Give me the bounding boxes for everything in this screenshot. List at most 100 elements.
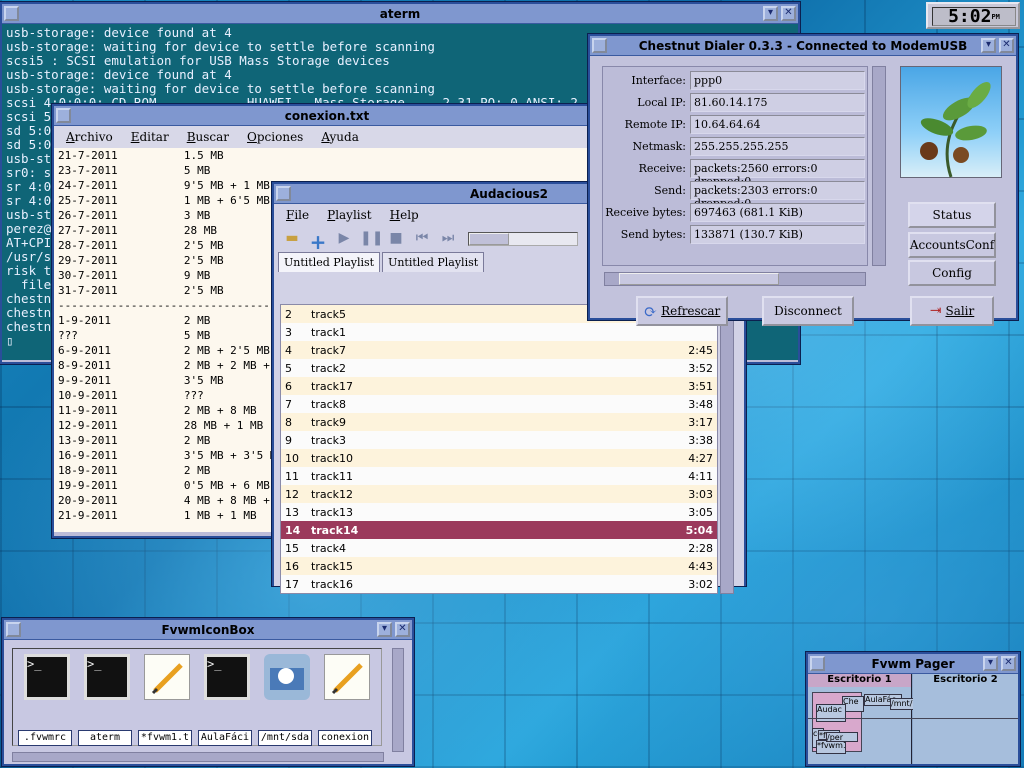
refresh-icon: ⟳ [643,301,658,321]
accounts-conf-button[interactable]: AccountsConf [908,232,996,258]
track-duration: 3:05 [688,505,713,519]
dialer-window[interactable]: Chestnut Dialer 0.3.3 - Connected to Mod… [588,34,1018,326]
play-icon[interactable]: ▶ [334,230,354,248]
minimize-button[interactable]: ▾ [377,622,392,637]
track-duration: 3:52 [688,361,713,375]
window-menu-button[interactable] [810,656,825,671]
text-line: 23-7-2011 5 MB [58,164,211,177]
previous-icon[interactable]: ⏮ [412,230,432,248]
pager-mini-window[interactable]: *fvwm1 [816,740,846,754]
playlist-row[interactable]: 8 track9 3:17 [281,413,717,431]
minimize-button[interactable]: ▾ [981,38,996,53]
iconbox-hscrollbar[interactable] [12,752,384,762]
pager-mini-window[interactable]: Audac [816,704,846,722]
iconbox-window[interactable]: FvwmIconBox ▾ ✕ >_ .fvwmrc >_aterm *fvwm1.… [2,618,414,766]
icon-label[interactable]: aterm [78,730,132,746]
playlist-row[interactable]: 16 track15 4:43 [281,557,717,575]
playlist-scrollbar[interactable] [720,304,734,594]
info-value: 697463 (681.1 KiB) [690,202,865,222]
close-button[interactable]: ✕ [395,622,410,637]
desk-2[interactable]: Escritorio 2 [913,674,1018,764]
playlist-row[interactable]: 7 track8 3:48 [281,395,717,413]
drive-icon[interactable] [264,654,310,700]
iconbox-titlebar[interactable]: FvwmIconBox ▾ ✕ [4,620,412,640]
window-menu-button[interactable] [6,622,21,637]
playlist-row[interactable]: 14 track14 5:04 [281,521,717,539]
iconbox-vscrollbar[interactable] [392,648,404,752]
text-editor-icon[interactable] [144,654,190,700]
playlist[interactable]: 2 track5 3 track1 4 track7 2:45 5 track2 3:52 6 tra… [280,304,718,594]
close-button[interactable]: ✕ [1001,656,1016,671]
playlist-row[interactable]: 5 track2 3:52 [281,359,717,377]
pause-icon[interactable]: ❚❚ [360,230,383,248]
terminal-icon[interactable]: >_ [24,654,70,700]
tab-playlist[interactable]: Untitled Playlist [382,252,485,272]
window-menu-button[interactable] [56,108,71,123]
close-button[interactable]: ✕ [781,6,796,21]
info-vscrollbar[interactable] [872,66,886,266]
desk-1[interactable]: Escritorio 1 CheAudaccdAulaFác/mnt/*fvwm… [808,674,922,764]
icon-label[interactable]: AulaFáci [198,730,252,746]
menu-item-playlist[interactable]: Playlist [327,208,372,222]
conexion-menubar: Archivo Editar Buscar Opciones Ayuda [54,126,600,148]
window-menu-button[interactable] [276,186,291,201]
config-button[interactable]: Config [908,260,996,286]
track-title: track11 [311,469,353,483]
pager-window[interactable]: Fvwm Pager ▾ ✕ Escritorio 1 CheAudaccdAu… [806,652,1020,766]
desk-2-label: Escritorio 2 [933,674,998,685]
pager-titlebar[interactable]: Fvwm Pager ▾ ✕ [808,654,1018,674]
icon-label[interactable]: conexion [318,730,372,746]
menu-item-file[interactable]: File [286,208,309,222]
playlist-row[interactable]: 15 track4 2:28 [281,539,717,557]
info-label: Interface: [631,73,686,87]
close-button[interactable]: ✕ [999,38,1014,53]
status-button[interactable]: Status [908,202,996,228]
playlist-row[interactable]: 4 track7 2:45 [281,341,717,359]
menu-item-editar[interactable]: Editar [131,130,169,144]
open-folder-icon[interactable]: ▬ [282,230,302,248]
window-menu-button[interactable] [592,38,607,53]
menu-item-buscar[interactable]: Buscar [187,130,229,144]
terminal-icon[interactable]: >_ [204,654,250,700]
info-value: 10.64.64.64 [690,114,865,134]
menu-item-ayuda[interactable]: Ayuda [321,130,359,144]
track-title: track8 [311,397,346,411]
clock: 5:02PM [926,2,1020,29]
info-hscrollbar[interactable] [604,272,866,286]
icon-label[interactable]: *fvwm1.t [138,730,192,746]
menu-item-opciones[interactable]: Opciones [247,130,303,144]
track-number: 12 [285,487,299,501]
next-icon[interactable]: ⏭ [438,230,458,248]
seek-slider[interactable] [468,232,578,246]
playlist-row[interactable]: 11 track11 4:11 [281,467,717,485]
add-icon[interactable]: + [308,230,328,254]
icon-label[interactable]: .fvwmrc [18,730,72,746]
minimize-button[interactable]: ▾ [983,656,998,671]
track-duration: 5:04 [685,523,713,537]
playlist-row[interactable]: 9 track3 3:38 [281,431,717,449]
playlist-row[interactable]: 10 track10 4:27 [281,449,717,467]
icon-label[interactable]: /mnt/sda [258,730,312,746]
playlist-row[interactable]: 12 track12 3:03 [281,485,717,503]
pager-title: Fvwm Pager [871,656,955,671]
playlist-row[interactable]: 17 track16 3:02 [281,575,717,593]
refresh-button[interactable]: ⟳ Refrescar [636,296,728,326]
dialer-titlebar[interactable]: Chestnut Dialer 0.3.3 - Connected to Mod… [590,36,1016,56]
conexion-titlebar[interactable]: conexion.txt [54,106,600,126]
pager-mini-window[interactable]: /per [826,732,858,742]
aterm-titlebar[interactable]: aterm ▾ ✕ [2,4,798,24]
menu-item-help[interactable]: Help [390,208,419,222]
exit-button[interactable]: ⇥ Salir [910,296,994,326]
playlist-row[interactable]: 6 track17 3:51 [281,377,717,395]
exit-icon: ⇥ [929,303,942,319]
terminal-icon[interactable]: >_ [84,654,130,700]
window-menu-button[interactable] [4,6,19,21]
minimize-button[interactable]: ▾ [763,6,778,21]
text-editor-icon[interactable] [324,654,370,700]
tab-playlist[interactable]: Untitled Playlist [278,252,381,272]
stop-icon[interactable]: ■ [386,230,406,248]
playlist-row[interactable]: 13 track13 3:05 [281,503,717,521]
menu-item-archivo[interactable]: Archivo [66,130,113,144]
info-row: Interface: ppp0 [605,69,865,91]
disconnect-button[interactable]: Disconnect [762,296,854,326]
